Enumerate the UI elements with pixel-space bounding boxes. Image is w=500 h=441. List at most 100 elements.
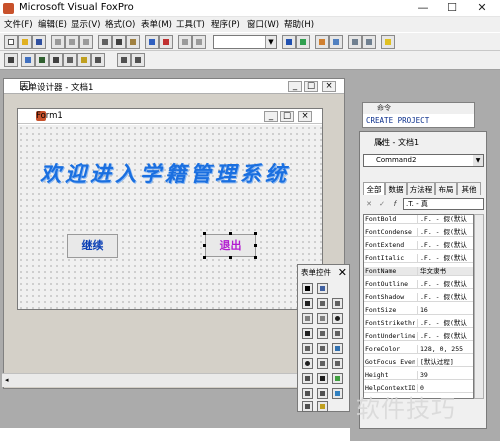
property-row[interactable]: GotFocus Event [默认过程] xyxy=(364,358,473,368)
listbox-tool-icon[interactable] xyxy=(332,328,343,339)
new-file-icon[interactable] xyxy=(4,35,18,49)
property-value[interactable]: 华文隶书 xyxy=(417,267,472,276)
properties-window-icon[interactable] xyxy=(35,53,49,67)
property-value[interactable]: .F. - 假(默认 xyxy=(417,280,472,289)
open-folder-icon[interactable] xyxy=(18,35,32,49)
object-selector[interactable]: Command2 ▼ xyxy=(363,154,484,167)
help-icon[interactable] xyxy=(381,35,395,49)
data-environment-icon[interactable] xyxy=(21,53,35,67)
tab-all[interactable]: 全部 xyxy=(363,182,385,195)
toolbox-close-button[interactable]: ✕ xyxy=(338,266,347,279)
property-row[interactable]: ForeColor 128, 0, 255 xyxy=(364,345,473,355)
designer-minimize-button[interactable]: _ xyxy=(288,81,302,92)
property-row[interactable]: Height 39 xyxy=(364,371,473,381)
tab-order-icon[interactable] xyxy=(4,53,18,67)
commandbutton-tool-icon[interactable] xyxy=(302,313,313,324)
property-value[interactable]: .F. - 假(默认 xyxy=(417,215,472,224)
menu-format[interactable]: 格式(O) xyxy=(105,18,135,30)
autoformat-icon[interactable] xyxy=(131,53,145,67)
commandgroup-tool-icon[interactable] xyxy=(317,313,328,324)
property-row[interactable]: FontOutline .F. - 假(默认 xyxy=(364,280,473,290)
property-value[interactable]: 16 xyxy=(417,306,472,315)
oleobject-tool-icon[interactable] xyxy=(332,358,343,369)
form-wizard-icon[interactable] xyxy=(315,35,329,49)
property-row[interactable]: FontCondense .F. - 假(默认 xyxy=(364,228,473,238)
property-value[interactable]: .F. - 假(默认 xyxy=(417,228,472,237)
exit-button[interactable]: 退出 xyxy=(205,234,256,257)
property-row[interactable]: FontBold .F. - 假(默认 xyxy=(364,215,473,225)
property-value[interactable]: 128, 0, 255 xyxy=(417,345,472,354)
label-tool-icon[interactable] xyxy=(302,298,313,309)
property-value[interactable]: .F. - 假(默认 xyxy=(417,332,472,341)
properties-scrollbar[interactable] xyxy=(474,214,484,399)
form1-window[interactable]: Form1 _ □ × xyxy=(17,108,323,310)
menu-window[interactable]: 窗口(W) xyxy=(247,18,279,30)
property-row[interactable]: FontItalic .F. - 假(默认 xyxy=(364,254,473,264)
menu-tools[interactable]: 工具(T) xyxy=(176,18,205,30)
oleboundcontrol-tool-icon[interactable] xyxy=(302,373,313,384)
properties-close-button[interactable]: ✕ xyxy=(374,137,388,151)
close-button[interactable]: ✕ xyxy=(468,0,496,17)
redo-icon[interactable] xyxy=(159,35,173,49)
run-icon[interactable] xyxy=(178,35,192,49)
selection-handle[interactable] xyxy=(254,244,257,247)
property-value[interactable]: .F. - 假(默认 xyxy=(417,241,472,250)
selection-handle[interactable] xyxy=(254,232,257,235)
cancel-icon[interactable]: ✕ xyxy=(363,198,375,210)
selection-handle[interactable] xyxy=(203,232,206,235)
print-icon[interactable] xyxy=(51,35,65,49)
color-palette-icon[interactable] xyxy=(77,53,91,67)
form1-minimize-button[interactable]: _ xyxy=(264,111,278,122)
command-text[interactable]: CREATE PROJECT xyxy=(366,116,429,125)
form1-maximize-button[interactable]: □ xyxy=(280,111,294,122)
minimize-button[interactable]: — xyxy=(409,0,437,17)
chevron-down-icon[interactable]: ▼ xyxy=(473,155,483,166)
command-window[interactable]: 命令 CREATE PROJECT xyxy=(362,102,475,128)
selection-handle[interactable] xyxy=(203,244,206,247)
selection-handle[interactable] xyxy=(254,256,257,259)
designer-horizontal-scrollbar[interactable]: ◂ xyxy=(2,373,342,387)
grid-tool-icon[interactable] xyxy=(317,343,328,354)
line-tool-icon[interactable] xyxy=(317,373,328,384)
designer-maximize-button[interactable]: □ xyxy=(304,81,318,92)
scroll-left-icon[interactable]: ◂ xyxy=(5,376,9,384)
tab-layout[interactable]: 布局 xyxy=(435,182,457,195)
view-classes-icon[interactable] xyxy=(317,283,328,294)
spell-check-icon[interactable] xyxy=(79,35,93,49)
checkbox-tool-icon[interactable] xyxy=(302,328,313,339)
autoform-icon[interactable] xyxy=(348,35,362,49)
modify-form-icon[interactable] xyxy=(192,35,206,49)
tab-methods[interactable]: 方法程 xyxy=(407,182,435,195)
image-tool-icon[interactable] xyxy=(332,343,343,354)
pointer-tool-icon[interactable] xyxy=(302,283,313,294)
command-window-icon[interactable] xyxy=(282,35,296,49)
code-window-icon[interactable] xyxy=(49,53,63,67)
pageframe-tool-icon[interactable] xyxy=(317,358,328,369)
menu-view[interactable]: 显示(V) xyxy=(71,18,100,30)
property-value[interactable]: 39 xyxy=(417,371,472,380)
accept-icon[interactable]: ✓ xyxy=(376,198,388,210)
tab-other[interactable]: 其他 xyxy=(457,182,481,195)
property-row[interactable]: FontStrikethr .F. - 假(默认 xyxy=(364,319,473,329)
report-wizard-icon[interactable] xyxy=(329,35,343,49)
container-tool-icon[interactable] xyxy=(302,388,313,399)
menu-program[interactable]: 程序(P) xyxy=(211,18,240,30)
welcome-label[interactable]: 欢迎进入学籍管理系统 xyxy=(40,158,290,188)
lock-icon[interactable] xyxy=(317,401,328,412)
property-row[interactable]: FontSize 16 xyxy=(364,306,473,316)
property-value[interactable]: .F. - 假(默认 xyxy=(417,254,472,263)
builder-lock-icon[interactable] xyxy=(302,401,313,412)
paste-icon[interactable] xyxy=(126,35,140,49)
form-builder-icon[interactable] xyxy=(117,53,131,67)
timer-tool-icon[interactable] xyxy=(302,358,313,369)
property-row[interactable]: FontShadow .F. - 假(默认 xyxy=(364,293,473,303)
continue-button[interactable]: 继续 xyxy=(67,234,118,258)
form1-close-button[interactable]: × xyxy=(298,111,312,122)
selection-handle[interactable] xyxy=(229,232,232,235)
tab-data[interactable]: 数据 xyxy=(385,182,407,195)
menu-form[interactable]: 表单(M) xyxy=(141,18,172,30)
chevron-down-icon[interactable]: ▼ xyxy=(265,36,276,48)
property-value-field[interactable]: .T. - 真 xyxy=(403,198,484,210)
designer-close-button[interactable]: × xyxy=(322,81,336,92)
data-session-icon[interactable] xyxy=(296,35,310,49)
